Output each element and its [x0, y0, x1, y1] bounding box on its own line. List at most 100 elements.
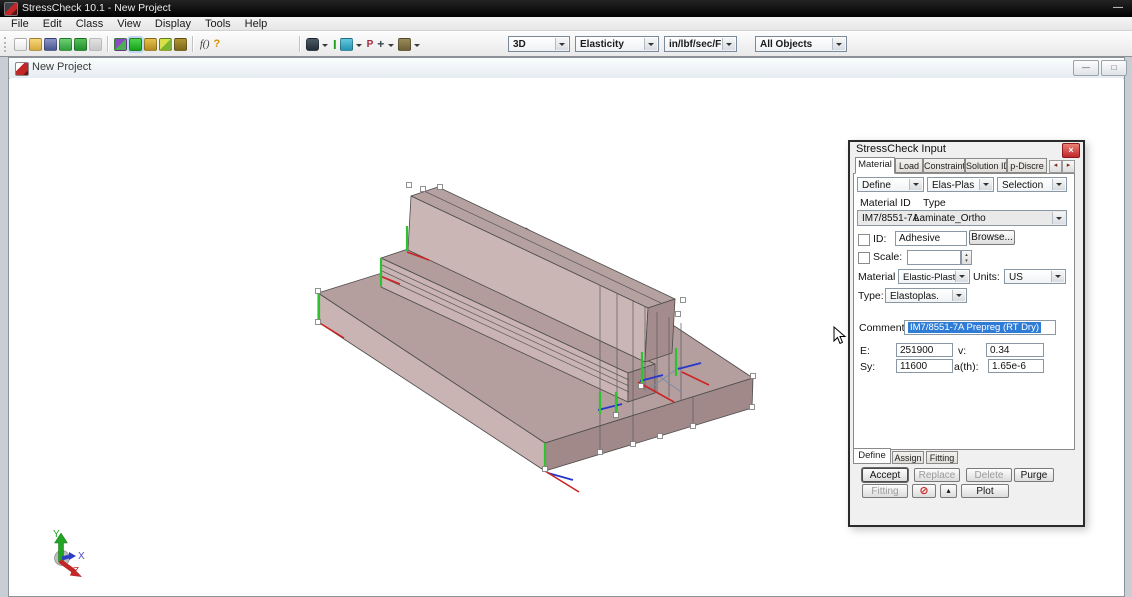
objects-combo[interactable]: All Objects — [755, 36, 847, 52]
points-icon[interactable]: P — [366, 38, 375, 51]
tab-constraint[interactable]: Constraint — [923, 158, 965, 173]
browse-button[interactable]: Browse... — [969, 230, 1015, 245]
tab-p-discretization[interactable]: p-Discre — [1007, 158, 1047, 173]
locator-dropdown-icon[interactable] — [388, 44, 394, 50]
no-entry-icon: ⊘ — [919, 485, 928, 497]
app-title: StressCheck 10.1 - New Project — [22, 0, 171, 17]
id-input[interactable]: Adhesive — [895, 231, 967, 246]
chevron-down-icon[interactable] — [832, 38, 845, 50]
fitting-button[interactable]: Fitting — [862, 484, 908, 498]
dimension-combo-value: 3D — [513, 39, 526, 50]
theory-combo[interactable]: Elasticity — [575, 36, 659, 52]
chevron-down-icon[interactable] — [1051, 271, 1064, 282]
dimension-combo[interactable]: 3D — [508, 36, 570, 52]
ath-input[interactable]: 1.65e-6 — [988, 359, 1044, 373]
chevron-down-icon[interactable] — [722, 38, 735, 50]
units-label: Units: — [973, 271, 1000, 283]
objects-cube-icon[interactable] — [114, 38, 127, 51]
display-style-icon[interactable] — [306, 38, 319, 51]
selection-set-dropdown-icon[interactable] — [356, 44, 362, 50]
subtab-fitting[interactable]: Fitting — [926, 451, 958, 464]
toolbar-separator — [299, 36, 301, 52]
purge-button[interactable]: Purge — [1014, 468, 1054, 482]
chevron-down-icon[interactable] — [1052, 179, 1065, 190]
units-system-combo[interactable]: US — [1004, 269, 1066, 284]
help-icon[interactable]: ? — [212, 38, 221, 51]
snapshot-dropdown-icon[interactable] — [414, 44, 420, 50]
scale-checkbox[interactable] — [858, 252, 870, 264]
chevron-down-icon[interactable] — [555, 38, 568, 50]
selection-set-icon[interactable] — [340, 38, 353, 51]
menu-file[interactable]: File — [4, 17, 36, 31]
tab-material[interactable]: Material — [855, 157, 895, 174]
subtab-assign[interactable]: Assign — [892, 451, 924, 464]
e-input[interactable]: 251900 — [896, 343, 953, 357]
close-icon[interactable]: × — [1062, 143, 1080, 158]
scale-spinner[interactable]: ▴ ▾ — [961, 250, 972, 265]
law-combo[interactable]: Elas-Plas — [927, 177, 994, 192]
archive-folder-icon[interactable] — [144, 38, 157, 51]
app-minimize-button[interactable]: — — [1110, 1, 1126, 15]
ath-label: a(th): — [954, 361, 979, 373]
chevron-down-icon[interactable] — [1052, 212, 1065, 224]
dialog-titlebar[interactable]: StressCheck Input × — [850, 142, 1079, 158]
chevron-down-icon[interactable] — [979, 179, 992, 190]
tab-load[interactable]: Load — [895, 158, 923, 173]
material-id-combo[interactable]: IM7/8551-7A Laminate_Ortho — [857, 210, 1067, 226]
material-model-combo[interactable]: Elastic-Plastic — [898, 269, 970, 284]
toolbar-separator — [192, 36, 194, 52]
document-minimize-button[interactable]: — — [1073, 60, 1099, 76]
screen: StressCheck 10.1 - New Project — File Ed… — [0, 0, 1132, 597]
replace-button[interactable]: Replace — [914, 468, 960, 482]
menu-help[interactable]: Help — [238, 17, 275, 31]
tab-scroll-right-icon[interactable]: ▸ — [1062, 160, 1075, 173]
toolbar-separator — [107, 36, 109, 52]
chevron-down-icon[interactable] — [909, 179, 922, 190]
menu-view[interactable]: View — [110, 17, 148, 31]
spinner-down-icon[interactable]: ▾ — [965, 258, 968, 264]
menu-tools[interactable]: Tools — [198, 17, 238, 31]
app-titlebar[interactable]: StressCheck 10.1 - New Project — — [0, 0, 1132, 17]
delete-button[interactable]: Delete — [966, 468, 1012, 482]
menu-class[interactable]: Class — [69, 17, 111, 31]
toolbar-model-group: I P + — [296, 36, 422, 52]
accept-button[interactable]: Accept — [862, 468, 908, 482]
open-icon[interactable] — [29, 38, 42, 51]
v-input[interactable]: 0.34 — [986, 343, 1044, 357]
action-combo[interactable]: Define — [857, 177, 924, 192]
toolbar-grip[interactable] — [4, 37, 9, 52]
import-icon[interactable] — [59, 38, 72, 51]
select-highlight-icon[interactable] — [129, 38, 142, 51]
document-maximize-button[interactable]: □ — [1101, 60, 1127, 76]
chevron-down-icon[interactable] — [952, 290, 965, 301]
export-icon[interactable] — [74, 38, 87, 51]
scale-input[interactable] — [907, 250, 961, 265]
expand-up-button[interactable]: ▴ — [940, 484, 957, 498]
menu-edit[interactable]: Edit — [36, 17, 69, 31]
display-style-dropdown-icon[interactable] — [322, 44, 328, 50]
mode-combo[interactable]: Selection — [997, 177, 1067, 192]
subtab-define[interactable]: Define — [853, 448, 891, 464]
mesh-edit-icon[interactable] — [159, 38, 172, 51]
document-titlebar[interactable]: New Project — □ — [9, 58, 1124, 79]
tab-scroll-left-icon[interactable]: ◂ — [1049, 160, 1062, 173]
locator-icon[interactable]: + — [376, 38, 385, 51]
plot-button[interactable]: Plot — [961, 484, 1009, 498]
snapshot-icon[interactable] — [398, 38, 411, 51]
block-button[interactable]: ⊘ — [912, 484, 936, 498]
mdi-background-left — [0, 57, 8, 597]
units-combo[interactable]: in/lbf/sec/F — [664, 36, 737, 52]
formula-icon[interactable]: f() — [199, 38, 210, 51]
new-icon[interactable] — [14, 38, 27, 51]
chevron-down-icon[interactable] — [644, 38, 657, 50]
extrude-beam-icon[interactable]: I — [332, 38, 338, 51]
material-type-combo[interactable]: Elastoplas. — [885, 288, 967, 303]
tab-solution-id[interactable]: Solution ID — [965, 158, 1007, 173]
comment-input[interactable]: IM7/8551-7A Prepreg (RT Dry) — [904, 320, 1056, 335]
shield-icon[interactable] — [174, 38, 187, 51]
menu-display[interactable]: Display — [148, 17, 198, 31]
sy-input[interactable]: 11600 — [896, 359, 953, 373]
save-icon[interactable] — [44, 38, 57, 51]
chevron-down-icon[interactable] — [955, 271, 968, 282]
id-checkbox[interactable] — [858, 234, 870, 246]
